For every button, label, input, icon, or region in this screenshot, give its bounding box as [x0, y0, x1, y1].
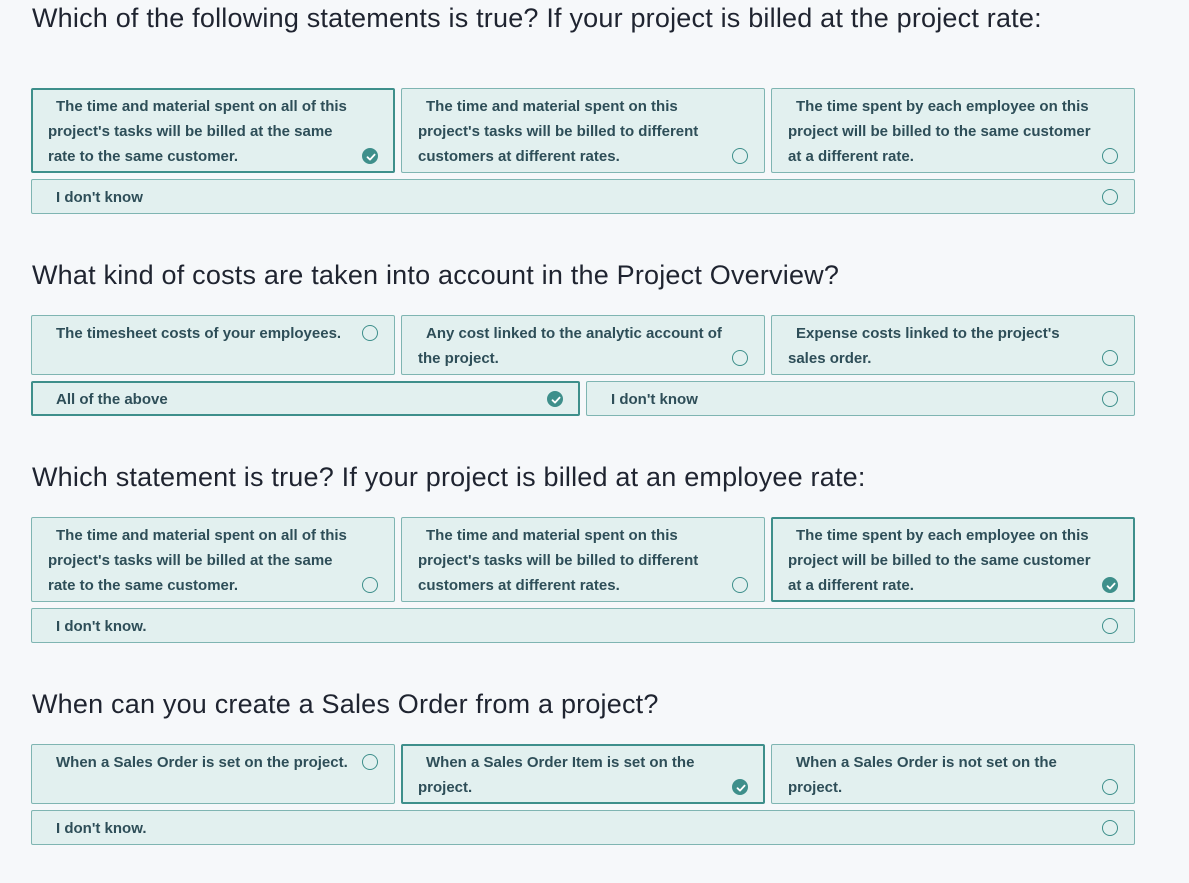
- q1-option-1[interactable]: The time and material spent on all of th…: [31, 88, 395, 173]
- radio-icon: [1102, 350, 1118, 366]
- q2-option-3[interactable]: Expense costs linked to the project's sa…: [771, 315, 1135, 375]
- radio-checked-icon: [732, 779, 748, 795]
- radio-checked-icon: [1102, 577, 1118, 593]
- q2-option-4[interactable]: All of the above: [31, 381, 580, 416]
- q2-option-1[interactable]: The timesheet costs of your employees.: [31, 315, 395, 375]
- radio-icon: [362, 325, 378, 341]
- radio-icon: [362, 577, 378, 593]
- radio-icon: [1102, 148, 1118, 164]
- option-label: I don't know.: [56, 618, 147, 635]
- radio-icon: [1102, 618, 1118, 634]
- question-4-title: When can you create a Sales Order from a…: [32, 689, 659, 719]
- option-label: When a Sales Order is set on the project…: [56, 754, 348, 771]
- option-label: Expense costs linked to the project's sa…: [788, 325, 1060, 367]
- option-label: The time spent by each employee on this …: [788, 527, 1091, 594]
- q3-option-3[interactable]: The time spent by each employee on this …: [771, 517, 1135, 602]
- question-3-title: Which statement is true? If your project…: [32, 462, 866, 492]
- radio-icon: [1102, 391, 1118, 407]
- option-label: The time and material spent on this proj…: [418, 527, 699, 594]
- question-2-title: What kind of costs are taken into accoun…: [32, 260, 840, 290]
- option-label: I don't know: [56, 189, 143, 206]
- option-label: When a Sales Order is not set on the pro…: [788, 754, 1057, 796]
- question-1-title: Which of the following statements is tru…: [32, 3, 1042, 33]
- radio-icon: [362, 754, 378, 770]
- radio-checked-icon: [362, 148, 378, 164]
- radio-icon: [1102, 779, 1118, 795]
- q3-option-2[interactable]: The time and material spent on this proj…: [401, 517, 765, 602]
- option-label: When a Sales Order Item is set on the pr…: [418, 754, 695, 796]
- radio-icon: [732, 350, 748, 366]
- q4-option-1[interactable]: When a Sales Order is set on the project…: [31, 744, 395, 804]
- q3-option-1[interactable]: The time and material spent on all of th…: [31, 517, 395, 602]
- option-label: The time and material spent on all of th…: [48, 98, 347, 165]
- option-label: The time and material spent on this proj…: [418, 98, 699, 165]
- q2-option-2[interactable]: Any cost linked to the analytic account …: [401, 315, 765, 375]
- q1-option-2[interactable]: The time and material spent on this proj…: [401, 88, 765, 173]
- radio-icon: [732, 148, 748, 164]
- radio-icon: [1102, 820, 1118, 836]
- option-label: I don't know: [611, 391, 698, 408]
- option-label: All of the above: [56, 391, 168, 408]
- option-label: Any cost linked to the analytic account …: [418, 325, 722, 367]
- radio-icon: [1102, 189, 1118, 205]
- q4-option-2[interactable]: When a Sales Order Item is set on the pr…: [401, 744, 765, 804]
- option-label: The timesheet costs of your employees.: [56, 325, 342, 342]
- radio-icon: [732, 577, 748, 593]
- q1-option-3[interactable]: The time spent by each employee on this …: [771, 88, 1135, 173]
- q4-option-4[interactable]: I don't know.: [31, 810, 1135, 845]
- radio-checked-icon: [547, 391, 563, 407]
- q1-option-4[interactable]: I don't know: [31, 179, 1135, 214]
- option-label: The time and material spent on all of th…: [48, 527, 347, 594]
- q4-option-3[interactable]: When a Sales Order is not set on the pro…: [771, 744, 1135, 804]
- q2-option-5[interactable]: I don't know: [586, 381, 1135, 416]
- q3-option-4[interactable]: I don't know.: [31, 608, 1135, 643]
- option-label: I don't know.: [56, 820, 147, 837]
- option-label: The time spent by each employee on this …: [788, 98, 1091, 165]
